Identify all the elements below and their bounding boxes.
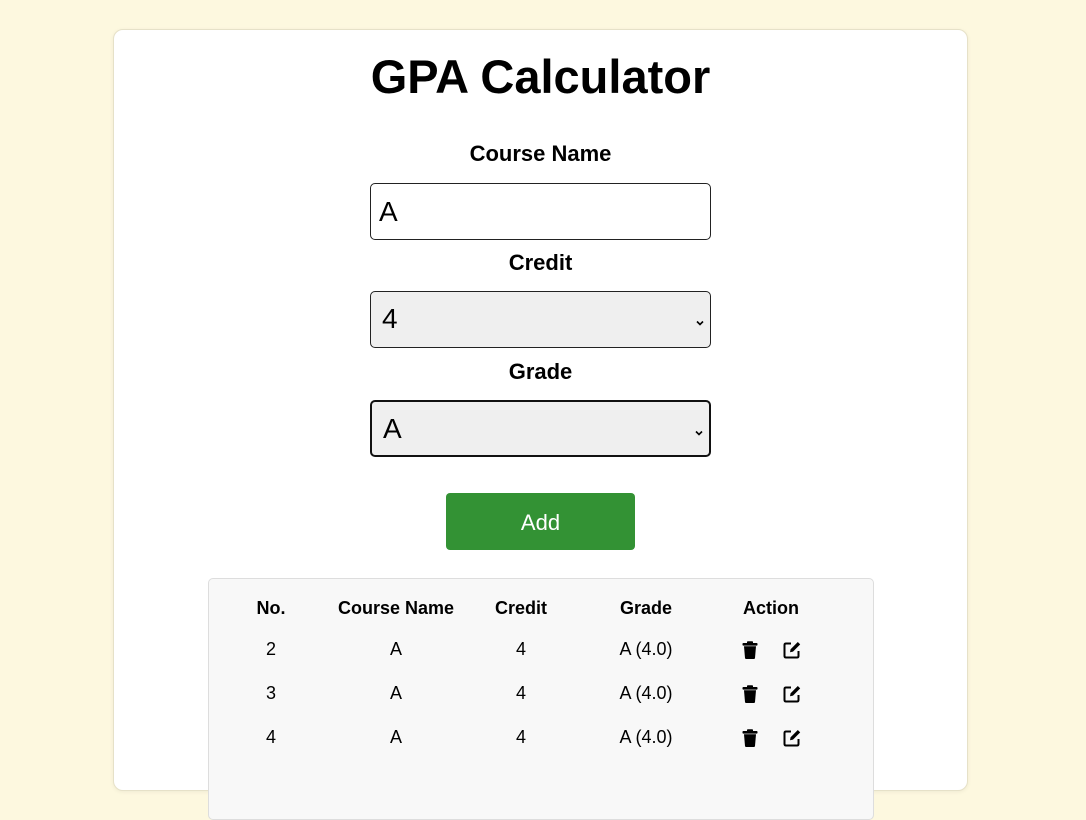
credit-select-value: 4 xyxy=(382,303,398,334)
credit-select[interactable]: 4 xyxy=(370,291,711,348)
trash-icon[interactable] xyxy=(740,684,760,704)
cell-grade: A (4.0) xyxy=(619,682,673,703)
table-row: 2 A 4 A (4.0) xyxy=(229,627,813,671)
cell-action xyxy=(729,627,813,671)
grade-label: Grade xyxy=(508,359,573,384)
cell-grade: A (4.0) xyxy=(619,638,673,659)
trash-icon[interactable] xyxy=(740,640,760,660)
page-title: GPA Calculator xyxy=(370,50,711,103)
add-button[interactable]: Add xyxy=(446,493,635,550)
grade-select-value: A xyxy=(383,413,402,444)
cell-credit: 4 xyxy=(515,638,526,659)
cell-action xyxy=(729,715,813,759)
calculator-card: GPA Calculator Course Name Credit 4 Grad… xyxy=(113,29,968,820)
cell-course-name: A xyxy=(389,682,402,703)
cell-course-name: A xyxy=(389,726,402,747)
table-header-row: No. Course Name Credit Grade Action xyxy=(229,589,813,627)
chevron-down-icon xyxy=(695,424,703,436)
cell-grade: A (4.0) xyxy=(619,726,673,747)
course-name-label: Course Name xyxy=(469,141,612,166)
header-no: No. xyxy=(256,597,286,618)
credit-label: Credit xyxy=(508,250,573,275)
table-row: 3 A 4 A (4.0) xyxy=(229,671,813,715)
chevron-down-icon xyxy=(696,314,704,326)
edit-icon[interactable] xyxy=(782,684,802,704)
course-name-input[interactable] xyxy=(370,183,711,240)
table-row: 4 A 4 A (4.0) xyxy=(229,715,813,759)
header-action: Action xyxy=(743,597,799,618)
cell-credit: 4 xyxy=(515,682,526,703)
header-grade: Grade xyxy=(619,597,673,618)
courses-table-container: No. Course Name Credit Grade Action 2 A … xyxy=(208,578,874,820)
cell-credit: 4 xyxy=(515,726,526,747)
grade-select[interactable]: A xyxy=(370,400,711,457)
cell-no: 3 xyxy=(265,682,276,703)
header-course-name: Course Name xyxy=(337,597,455,618)
cell-action xyxy=(729,671,813,715)
edit-icon[interactable] xyxy=(782,640,802,660)
cell-no: 2 xyxy=(265,638,276,659)
courses-table: No. Course Name Credit Grade Action 2 A … xyxy=(229,589,813,759)
cell-course-name: A xyxy=(389,638,402,659)
header-credit: Credit xyxy=(494,597,547,618)
cell-no: 4 xyxy=(265,726,276,747)
